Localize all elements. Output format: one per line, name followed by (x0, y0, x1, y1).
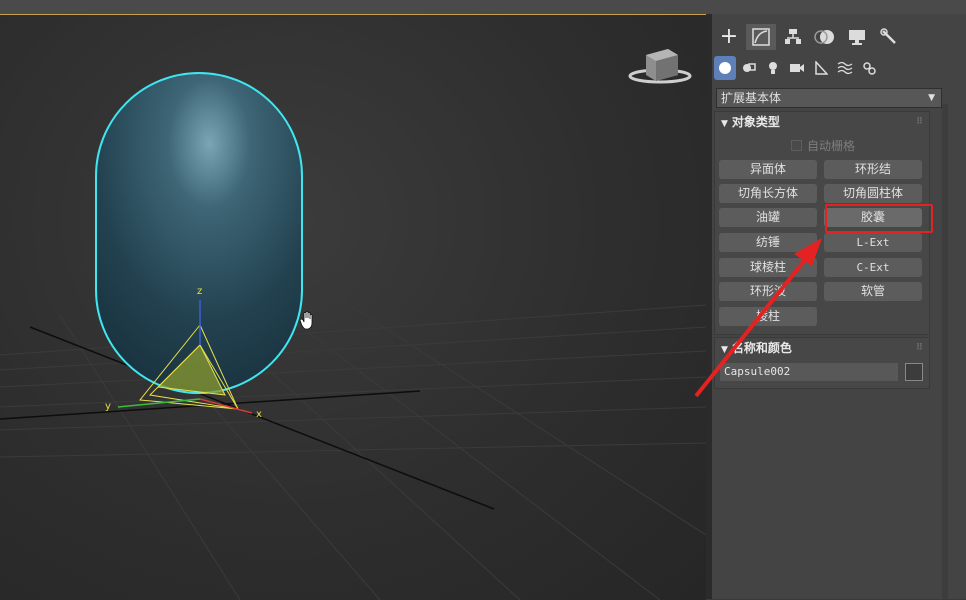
modify-curve-icon (752, 28, 770, 46)
waves-icon (837, 61, 853, 75)
hierarchy-tab[interactable] (778, 24, 808, 50)
name-color-header[interactable]: ▼ 名称和颜色 ⠿ (715, 338, 929, 358)
panel-scrollbar[interactable] (942, 104, 948, 599)
viewcube-icon[interactable] (628, 49, 692, 84)
name-color-rollout: ▼ 名称和颜色 ⠿ Capsule002 (714, 337, 930, 389)
lightbulb-icon (769, 62, 777, 74)
camera-icon (790, 64, 804, 72)
modify-tab[interactable] (746, 24, 776, 50)
capsule-highlight-box (825, 204, 933, 233)
name-color-title: 名称和颜色 (731, 341, 792, 355)
monitor-icon (849, 30, 865, 45)
collapse-triangle-icon: ▼ (721, 345, 728, 355)
geometry-subtab[interactable] (714, 56, 736, 80)
drag-handle-icon: ⠿ (915, 117, 923, 127)
ruler-triangle-icon (815, 61, 828, 75)
helpers-subtab[interactable] (810, 56, 832, 80)
object-category-tabs (712, 56, 966, 82)
torus-knot-button[interactable]: 环形结 (824, 160, 922, 179)
create-tab[interactable]: + (714, 24, 744, 50)
dropdown-value: 扩展基本体 (721, 91, 782, 105)
spacewarps-subtab[interactable] (834, 56, 856, 80)
perspective-viewport[interactable]: z y x (0, 14, 706, 600)
chamfer-box-button[interactable]: 切角长方体 (719, 184, 817, 203)
hose-button[interactable]: 软管 (824, 282, 922, 301)
hierarchy-icon (785, 29, 801, 44)
prism-button[interactable]: 棱柱 (719, 307, 817, 326)
top-toolbar-strip (0, 0, 966, 14)
object-name-field[interactable]: Capsule002 (720, 363, 898, 381)
chamfer-cyl-button[interactable]: 切角圆柱体 (824, 184, 922, 203)
auto-grid-checkbox[interactable]: 自动栅格 (791, 137, 855, 154)
oiltank-button[interactable]: 油罐 (719, 208, 817, 227)
object-category-dropdown[interactable]: 扩展基本体 ▼ (716, 88, 942, 108)
cameras-subtab[interactable] (786, 56, 808, 80)
hand-cursor-icon (299, 311, 313, 330)
spindle-button[interactable]: 纺锤 (719, 233, 817, 252)
home-grid (0, 298, 706, 600)
collapse-triangle-icon: ▼ (721, 119, 728, 129)
shapes-icon (743, 63, 756, 72)
hedra-button[interactable]: 异面体 (719, 160, 817, 179)
object-type-title: 对象类型 (731, 115, 780, 129)
plus-icon: + (719, 24, 739, 49)
object-type-header[interactable]: ▼ 对象类型 ⠿ (715, 112, 929, 132)
c-ext-button[interactable]: C-Ext (824, 258, 922, 277)
motion-icon (814, 30, 834, 44)
wrench-icon (880, 28, 896, 44)
shapes-subtab[interactable] (738, 56, 760, 80)
systems-subtab[interactable] (858, 56, 880, 80)
capsule-object[interactable] (95, 72, 303, 394)
axis-label-x: x (256, 409, 262, 420)
gengon-button[interactable]: 球棱柱 (719, 258, 817, 277)
sphere-icon (719, 62, 731, 74)
checkbox-box (791, 140, 802, 151)
viewport-scene[interactable]: z y x (0, 15, 706, 600)
gears-icon (863, 62, 876, 75)
utilities-tab[interactable] (874, 24, 904, 50)
ringwave-button[interactable]: 环形波 (719, 282, 817, 301)
object-color-swatch[interactable] (905, 363, 923, 381)
l-ext-button[interactable]: L-Ext (824, 233, 922, 252)
axis-label-z: z (197, 286, 202, 297)
axis-label-y: y (105, 401, 111, 412)
drag-handle-icon: ⠿ (915, 343, 923, 353)
motion-tab[interactable] (810, 24, 840, 50)
command-panel-tabs: + (712, 24, 966, 52)
command-panel: + 扩展基本体 ▼ ▼ 对象类型 ⠿ 自动栅格 异面体 环形结 切角长方体 切角… (712, 14, 966, 599)
dropdown-arrow-icon: ▼ (928, 93, 935, 103)
display-tab[interactable] (842, 24, 872, 50)
auto-grid-label: 自动栅格 (807, 139, 856, 153)
lights-subtab[interactable] (762, 56, 784, 80)
